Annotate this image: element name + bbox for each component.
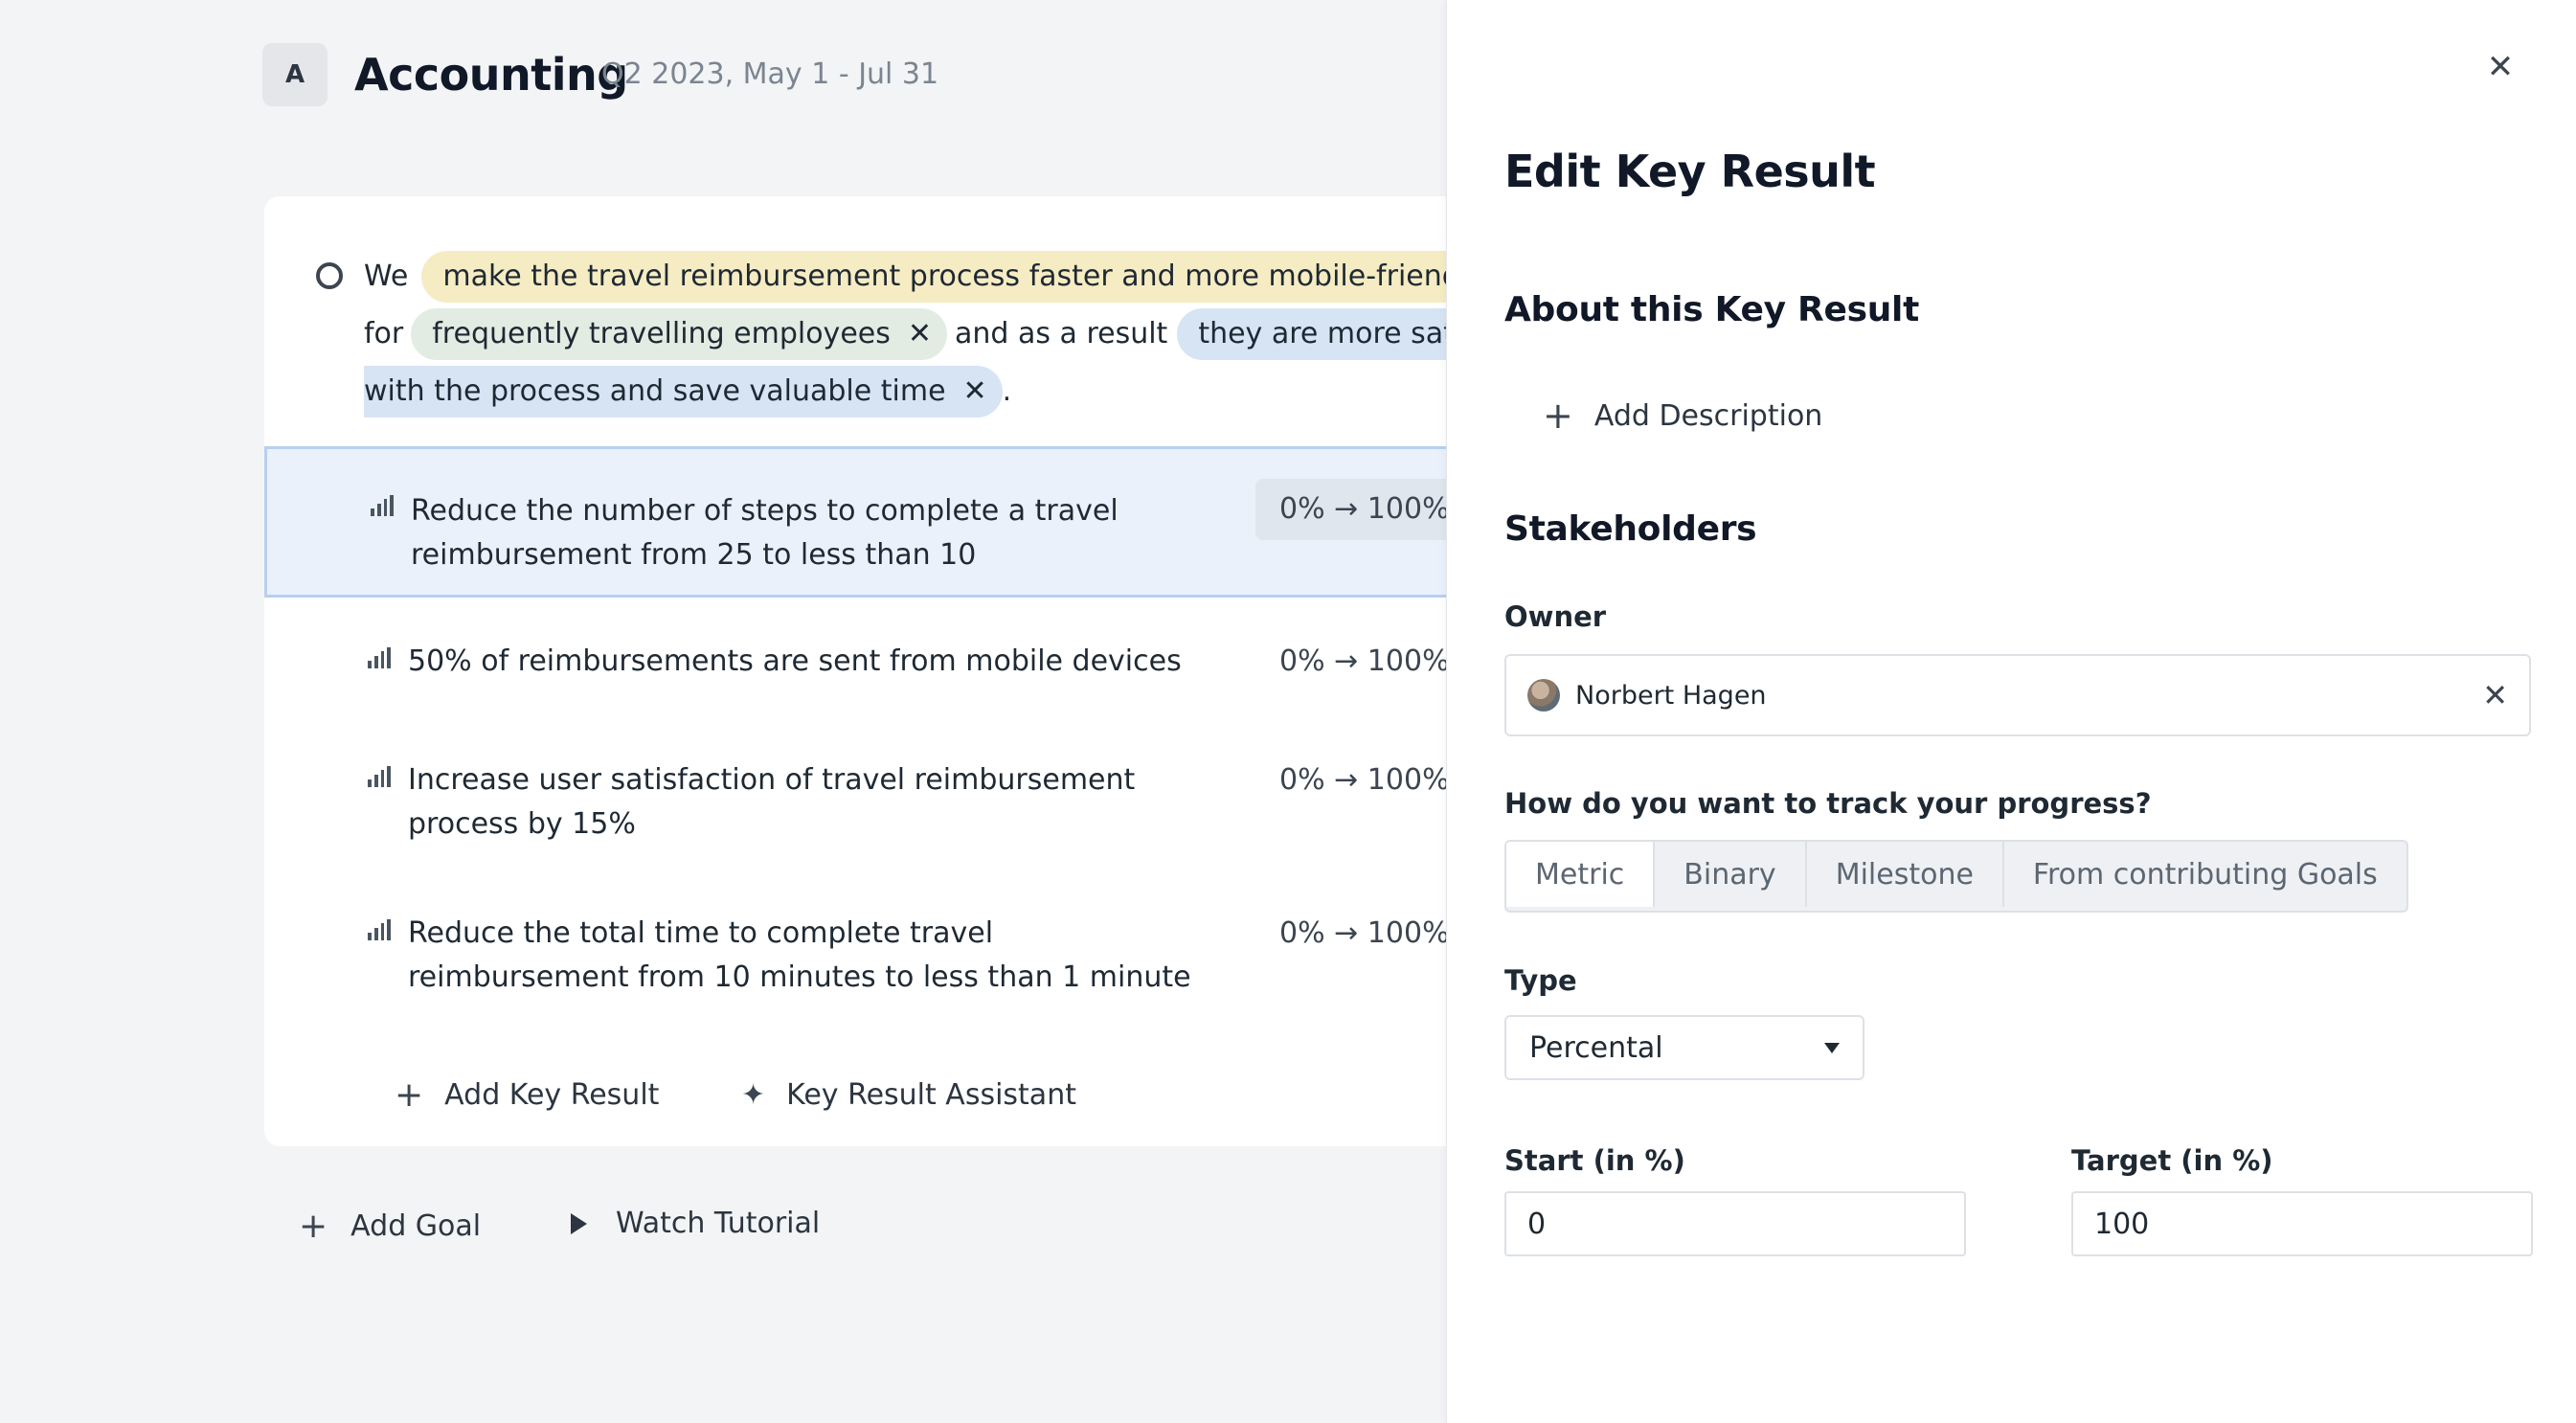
goal-statement-line-2: for frequently travelling employees ✕ an… <box>364 308 1446 360</box>
start-label: Start (in %) <box>1504 1144 1685 1177</box>
avatar <box>1527 679 1560 712</box>
team-name: Accounting <box>354 49 628 101</box>
key-result-row[interactable]: Reduce the total time to complete travel… <box>264 904 1446 1028</box>
play-icon <box>571 1212 587 1234</box>
goals-view: A Accounting Q2 2023, May 1 - Jul 31 We … <box>0 0 1446 1423</box>
key-result-title: 50% of reimbursements are sent from mobi… <box>408 644 1182 678</box>
track-option-milestone[interactable]: Milestone <box>1807 842 2004 907</box>
track-option-metric[interactable]: Metric <box>1506 842 1656 907</box>
key-result-row[interactable]: Increase user satisfaction of travel rei… <box>264 751 1446 875</box>
goal-middle-text: and as a result <box>955 317 1168 350</box>
plus-icon: + <box>299 1207 328 1246</box>
key-result-assistant-label: Key Result Assistant <box>786 1078 1076 1112</box>
goal-statement-line-1: We make the travel reimbursement process… <box>364 251 1446 303</box>
goal-prefix-for: for <box>364 317 404 350</box>
team-avatar[interactable]: A <box>262 43 328 106</box>
key-result-progress: 0% → 100% <box>1279 492 1446 526</box>
start-value-input[interactable]: 0 <box>1504 1191 1966 1256</box>
key-result-row[interactable]: Reduce the number of steps to complete a… <box>264 446 1446 598</box>
bar-chart-icon <box>368 766 391 787</box>
goal-result-chip-part-2[interactable]: with the process and save valuable time … <box>364 366 1003 418</box>
key-result-row[interactable]: 50% of reimbursements are sent from mobi… <box>264 626 1446 730</box>
goal-audience-text: frequently travelling employees <box>432 317 891 350</box>
edit-key-result-drawer: ✕ Edit Key Result About this Key Result … <box>1446 0 2576 1423</box>
track-progress-segmented-control: Metric Binary Milestone From contributin… <box>1504 840 2408 913</box>
plus-icon: + <box>1543 395 1573 437</box>
owner-name: Norbert Hagen <box>1575 680 1767 711</box>
owner-label: Owner <box>1504 600 1607 633</box>
key-result-title: Reduce the total time to complete travel… <box>408 916 1191 994</box>
target-value-input[interactable]: 100 <box>2071 1191 2533 1256</box>
owner-field[interactable]: Norbert Hagen ✕ <box>1504 654 2531 736</box>
clear-owner-close-icon[interactable]: ✕ <box>2482 677 2508 713</box>
watch-tutorial-button[interactable]: Watch Tutorial <box>563 1207 820 1240</box>
goal-audience-chip[interactable]: frequently travelling employees ✕ <box>411 308 947 360</box>
type-select[interactable]: Percental <box>1504 1015 1864 1080</box>
target-value: 100 <box>2094 1207 2150 1241</box>
sparkle-icon: ✦ <box>741 1077 766 1112</box>
plus-icon: + <box>395 1074 424 1115</box>
bar-chart-icon <box>371 495 394 516</box>
track-progress-label: How do you want to track your progress? <box>1504 787 2152 820</box>
about-section-title: About this Key Result <box>1504 290 1919 329</box>
close-drawer-close-icon[interactable]: ✕ <box>2481 48 2520 86</box>
key-result-title: Increase user satisfaction of travel rei… <box>408 763 1136 841</box>
drawer-title: Edit Key Result <box>1504 146 1876 197</box>
caret-down-icon <box>1824 1042 1840 1053</box>
type-label: Type <box>1504 964 1577 997</box>
stakeholders-section-title: Stakeholders <box>1504 509 1757 549</box>
goal-action-chip[interactable]: make the travel reimbursement process fa… <box>421 251 1446 303</box>
goal-result-text-2: with the process and save valuable time <box>364 374 946 408</box>
goal-status-circle-icon[interactable] <box>316 262 343 289</box>
track-option-contributing-goals[interactable]: From contributing Goals <box>2004 842 2407 907</box>
remove-audience-close-icon[interactable]: ✕ <box>908 313 932 355</box>
add-goal-label: Add Goal <box>350 1209 482 1243</box>
start-value: 0 <box>1527 1207 1547 1241</box>
add-description-label: Add Description <box>1593 398 1823 433</box>
watch-tutorial-label: Watch Tutorial <box>616 1207 821 1240</box>
goal-prefix-we: We <box>364 260 409 293</box>
remove-result-close-icon[interactable]: ✕ <box>963 371 987 413</box>
bar-chart-icon <box>368 919 391 940</box>
add-key-result-label: Add Key Result <box>444 1078 660 1112</box>
goal-suffix-period: . <box>1002 374 1012 408</box>
goal-action-text: make the travel reimbursement process fa… <box>442 260 1446 293</box>
period-label: Q2 2023, May 1 - Jul 31 <box>601 57 939 91</box>
key-result-progress: 0% → 100% <box>1279 916 1446 950</box>
add-goal-button[interactable]: + Add Goal <box>299 1207 481 1246</box>
target-label: Target (in %) <box>2071 1144 2273 1177</box>
add-key-result-button[interactable]: + Add Key Result <box>395 1074 660 1115</box>
key-result-progress: 0% → 100% <box>1279 763 1446 797</box>
bar-chart-icon <box>368 647 391 668</box>
key-result-title: Reduce the number of steps to complete a… <box>411 494 1119 572</box>
key-result-assistant-button[interactable]: ✦ Key Result Assistant <box>741 1078 1076 1112</box>
add-description-button[interactable]: + Add Description <box>1543 395 1822 437</box>
track-option-binary[interactable]: Binary <box>1655 842 1807 907</box>
key-result-progress: 0% → 100% <box>1279 644 1446 678</box>
type-select-value: Percental <box>1529 1030 1663 1065</box>
goal-statement-line-3: with the process and save valuable time … <box>364 366 1011 418</box>
goal-result-text-1: they are more satisfied <box>1198 317 1446 350</box>
goal-result-chip-part-1[interactable]: they are more satisfied <box>1177 308 1446 360</box>
